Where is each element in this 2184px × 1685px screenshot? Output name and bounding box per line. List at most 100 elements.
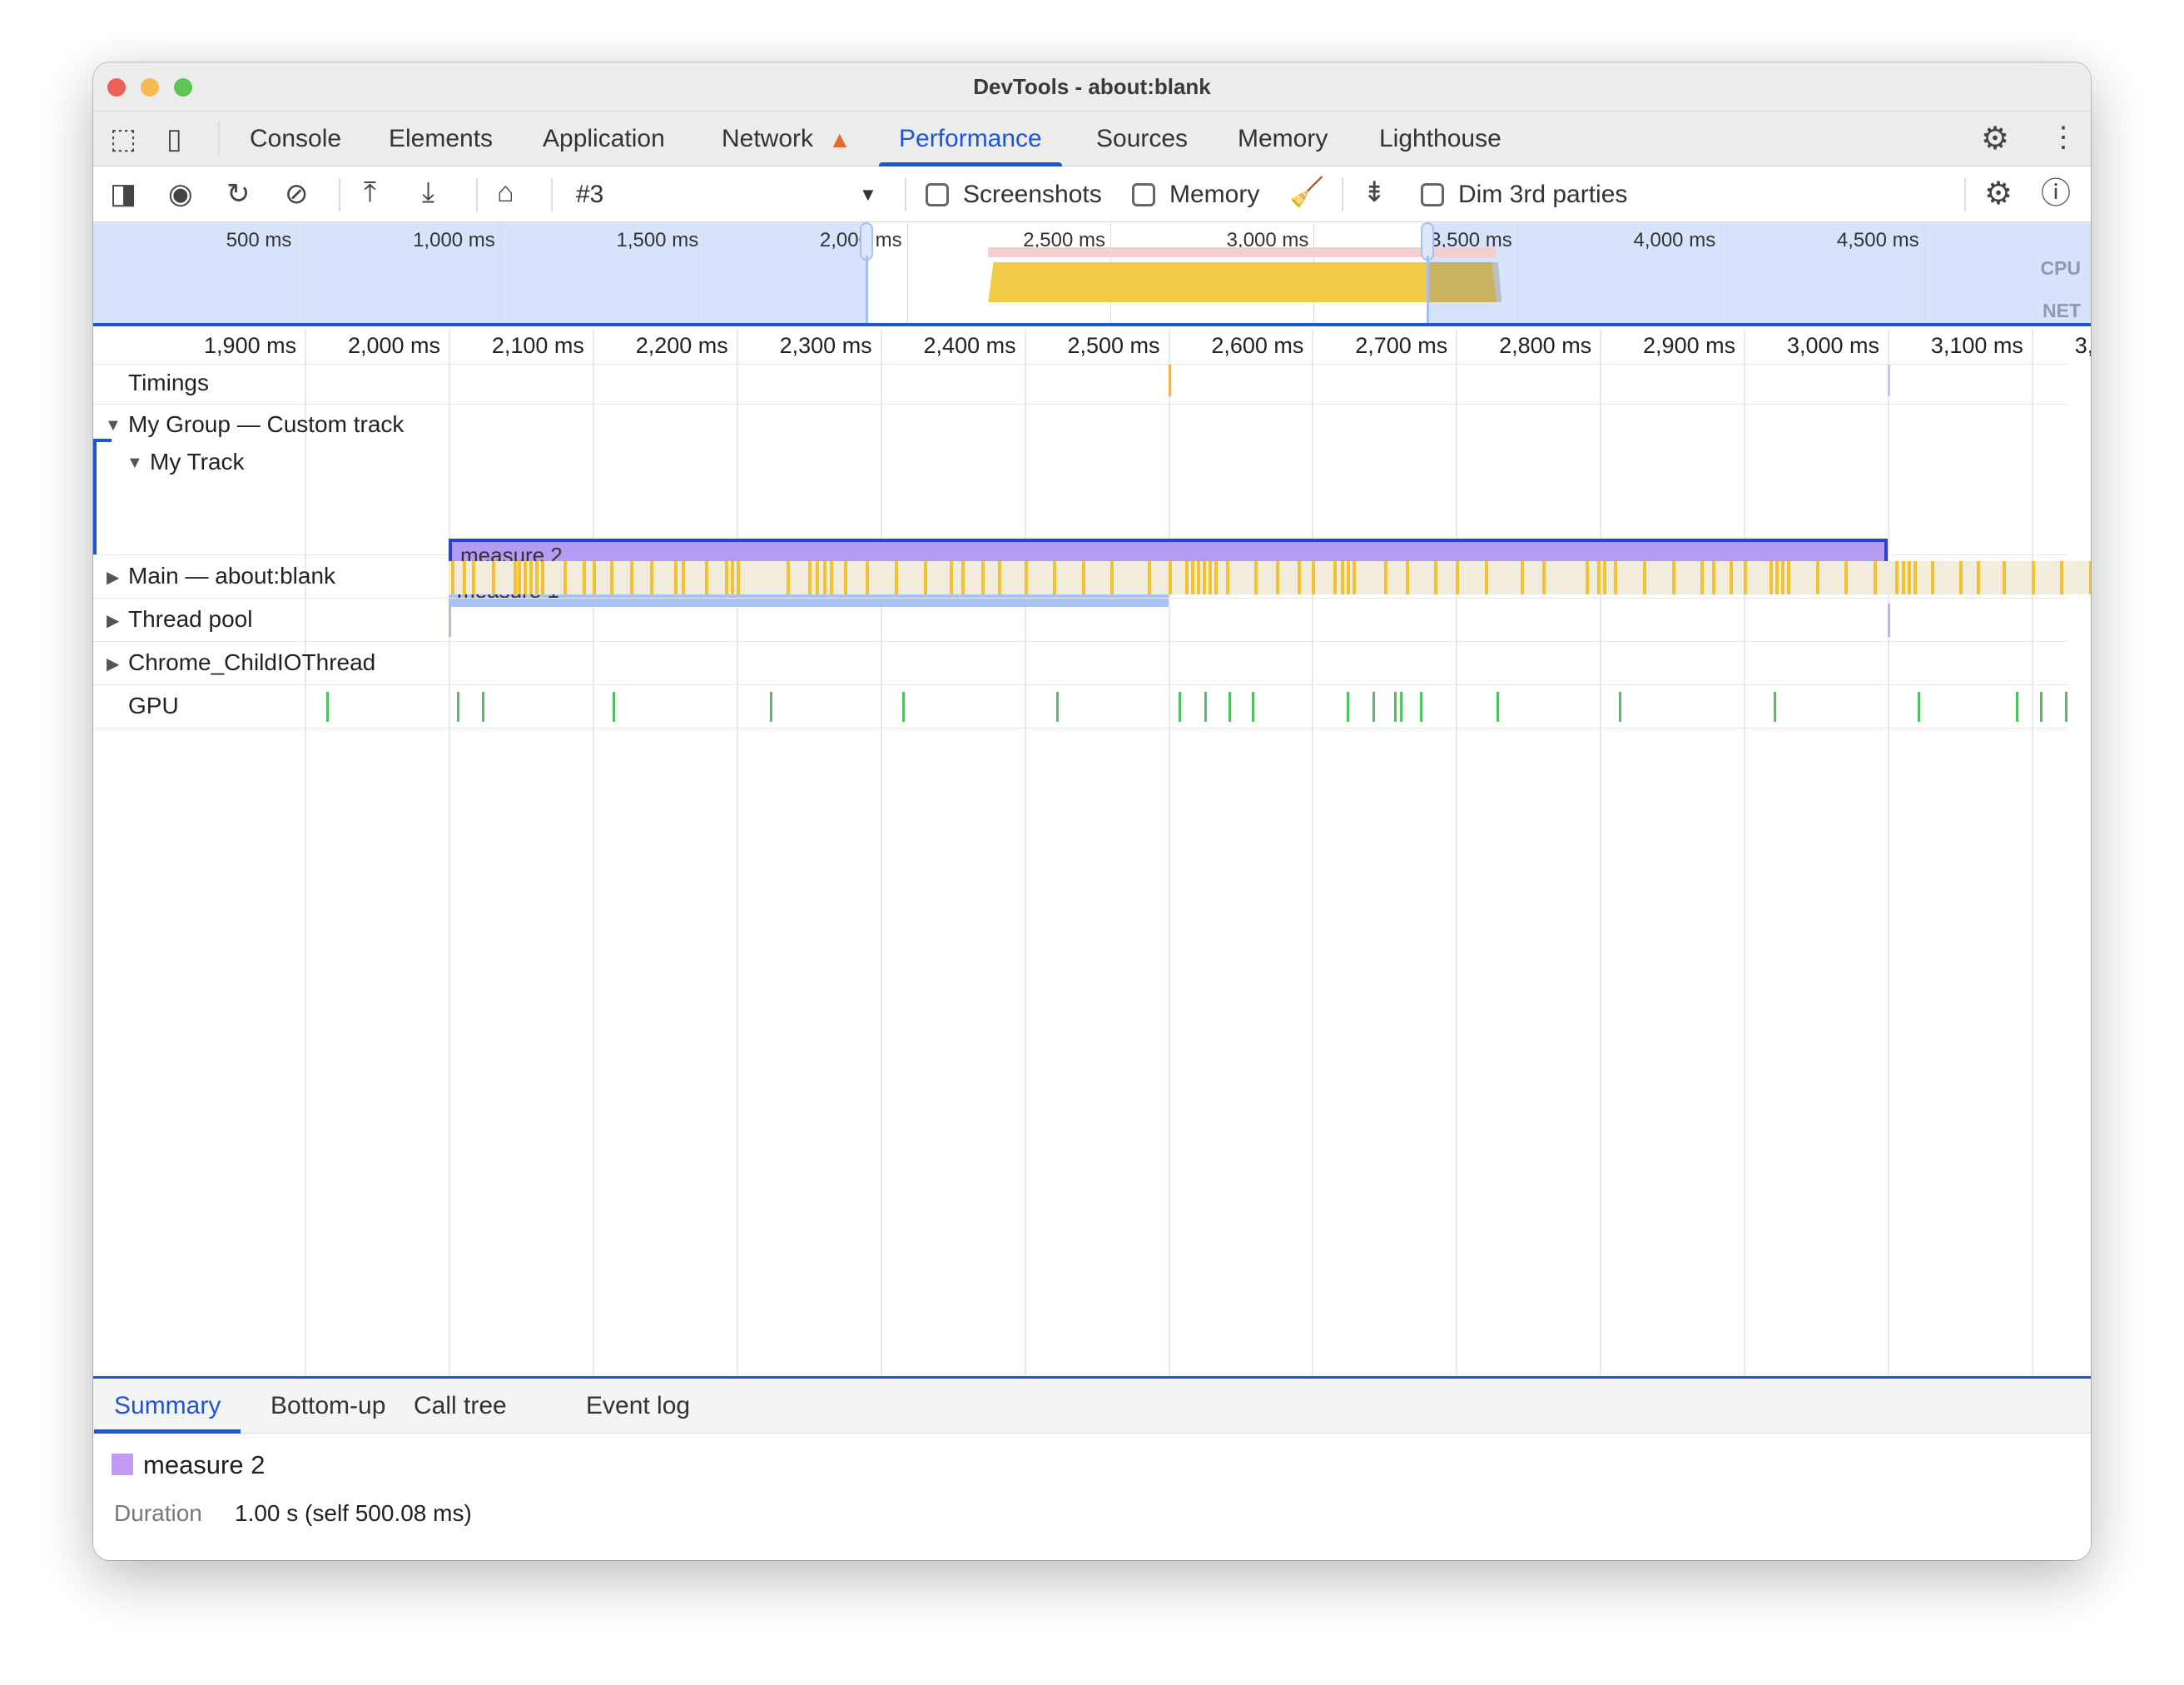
gpu-task[interactable] (1774, 692, 1777, 722)
capture-settings-icon[interactable]: ⚙ (1984, 178, 2013, 210)
screenshots-checkbox[interactable] (926, 183, 949, 206)
more-options-icon[interactable]: ⋮ (2049, 123, 2077, 152)
main-thread-task[interactable] (1671, 561, 1675, 594)
gpu-task[interactable] (1399, 692, 1402, 722)
dim-3rd-parties-checkbox[interactable] (1421, 183, 1444, 206)
main-thread-task[interactable] (1225, 561, 1229, 594)
minimize-button[interactable] (141, 78, 159, 97)
main-thread-task[interactable] (1276, 561, 1280, 594)
gpu-task[interactable] (2040, 692, 2043, 722)
track-main[interactable]: ▶ Main — about:blank (93, 555, 2091, 599)
inspect-element-icon[interactable]: ⬚ (110, 125, 136, 153)
maximize-button[interactable] (174, 78, 192, 97)
gpu-task[interactable] (2015, 692, 2018, 722)
gpu-task[interactable] (1372, 692, 1376, 722)
main-thread-task[interactable] (451, 561, 455, 594)
sidebar-toggle-icon[interactable]: ◨ (110, 180, 136, 208)
main-thread-task[interactable] (2089, 561, 2091, 594)
main-thread-task[interactable] (787, 561, 791, 594)
details-tab-summary[interactable]: Summary (93, 1379, 241, 1434)
expand-triangle-icon[interactable]: ▶ (107, 654, 119, 674)
gpu-task[interactable] (1618, 692, 1621, 722)
main-thread-task[interactable] (682, 561, 686, 594)
main-thread-task[interactable] (1744, 561, 1748, 594)
main-thread-task[interactable] (1729, 561, 1733, 594)
main-thread-task[interactable] (844, 561, 848, 594)
home-icon[interactable]: ⌂ (497, 178, 514, 206)
main-thread-task[interactable] (1781, 561, 1785, 594)
track-group-my-group[interactable]: ▼ My Group — Custom track (93, 405, 2068, 447)
main-thread-task[interactable] (1081, 561, 1085, 594)
main-thread-task[interactable] (491, 561, 495, 594)
main-thread-task[interactable] (1352, 561, 1356, 594)
timing-marker[interactable] (1168, 365, 1171, 396)
gpu-task[interactable] (2064, 692, 2067, 722)
main-thread-task[interactable] (830, 561, 834, 594)
main-thread-task[interactable] (1712, 561, 1716, 594)
main-thread-task[interactable] (1815, 561, 1819, 594)
main-thread-task[interactable] (980, 561, 985, 594)
main-thread-task[interactable] (960, 561, 965, 594)
main-thread-task[interactable] (1643, 561, 1647, 594)
main-thread-task[interactable] (1484, 561, 1488, 594)
main-thread-task[interactable] (534, 561, 539, 594)
main-thread-task[interactable] (704, 561, 708, 594)
tab-elements[interactable]: Elements (389, 112, 493, 167)
track-my-track[interactable]: ▼ My Track measure 2measure 1 (93, 447, 2068, 607)
main-thread-task[interactable] (540, 561, 544, 594)
main-thread-task[interactable] (949, 561, 953, 594)
main-thread-task[interactable] (815, 561, 819, 594)
main-thread-task[interactable] (1873, 561, 1877, 594)
main-thread-task[interactable] (894, 561, 898, 594)
track-timings[interactable]: Timings (93, 365, 2068, 405)
main-thread-task[interactable] (1191, 561, 1195, 594)
track-child-io-thread[interactable]: ▶ Chrome_ChildIOThread (93, 642, 2068, 685)
main-thread-task[interactable] (1168, 561, 1172, 594)
gpu-task[interactable] (457, 692, 460, 722)
expand-triangle-icon[interactable]: ▶ (107, 610, 119, 631)
tab-performance[interactable]: Performance (879, 112, 1062, 167)
track-gpu[interactable]: GPU (93, 685, 2068, 728)
main-thread-task[interactable] (808, 561, 812, 594)
main-thread-task[interactable] (1596, 561, 1601, 594)
main-thread-task[interactable] (1614, 561, 1618, 594)
main-thread-task[interactable] (1456, 561, 1460, 594)
tab-lighthouse[interactable]: Lighthouse (1379, 112, 1502, 167)
download-icon[interactable]: ⤓ (422, 178, 434, 206)
main-thread-task[interactable] (609, 561, 613, 594)
gpu-task[interactable] (769, 692, 772, 722)
main-thread-task[interactable] (529, 561, 533, 594)
gpu-task[interactable] (613, 692, 616, 722)
gpu-task[interactable] (1228, 692, 1232, 722)
main-thread-task[interactable] (1185, 561, 1189, 594)
main-thread-task[interactable] (1930, 561, 1934, 594)
tab-sources[interactable]: Sources (1096, 112, 1188, 167)
main-thread-task[interactable] (2003, 561, 2007, 594)
main-thread-task[interactable] (1214, 561, 1218, 594)
garbage-collect-broom-icon[interactable]: 🧹 (1289, 178, 1324, 206)
track-thread-pool[interactable]: ▶ Thread pool (93, 599, 2068, 642)
settings-gear-icon[interactable]: ⚙ (1981, 123, 2009, 155)
main-thread-task[interactable] (1024, 561, 1028, 594)
main-thread-task[interactable] (650, 561, 654, 594)
main-thread-task[interactable] (1312, 561, 1316, 594)
main-thread-task[interactable] (2031, 561, 2035, 594)
main-thread-task[interactable] (822, 561, 826, 594)
main-thread-task[interactable] (1148, 561, 1152, 594)
details-tab-event-log[interactable]: Event log (586, 1379, 690, 1434)
main-thread-task[interactable] (1383, 561, 1387, 594)
upload-icon[interactable]: ⤒ (364, 178, 376, 206)
main-thread-task[interactable] (1202, 561, 1206, 594)
help-icon[interactable]: ⓘ (2041, 178, 2071, 208)
thread-pool-event[interactable] (449, 604, 451, 637)
tab-network[interactable]: Network (722, 112, 813, 167)
main-thread-task[interactable] (523, 561, 527, 594)
gpu-task[interactable] (1055, 692, 1059, 722)
main-thread-task[interactable] (1254, 561, 1258, 594)
main-thread-task[interactable] (1700, 561, 1705, 594)
main-thread-task[interactable] (629, 561, 633, 594)
main-thread-task[interactable] (1786, 561, 1790, 594)
main-thread-task[interactable] (1602, 561, 1606, 594)
record-icon[interactable]: ◉ (168, 180, 193, 208)
timeline-overview[interactable]: CPU NET 500 ms 1,000 ms 1,500 ms 2,000 ms 2,… (93, 222, 2091, 326)
